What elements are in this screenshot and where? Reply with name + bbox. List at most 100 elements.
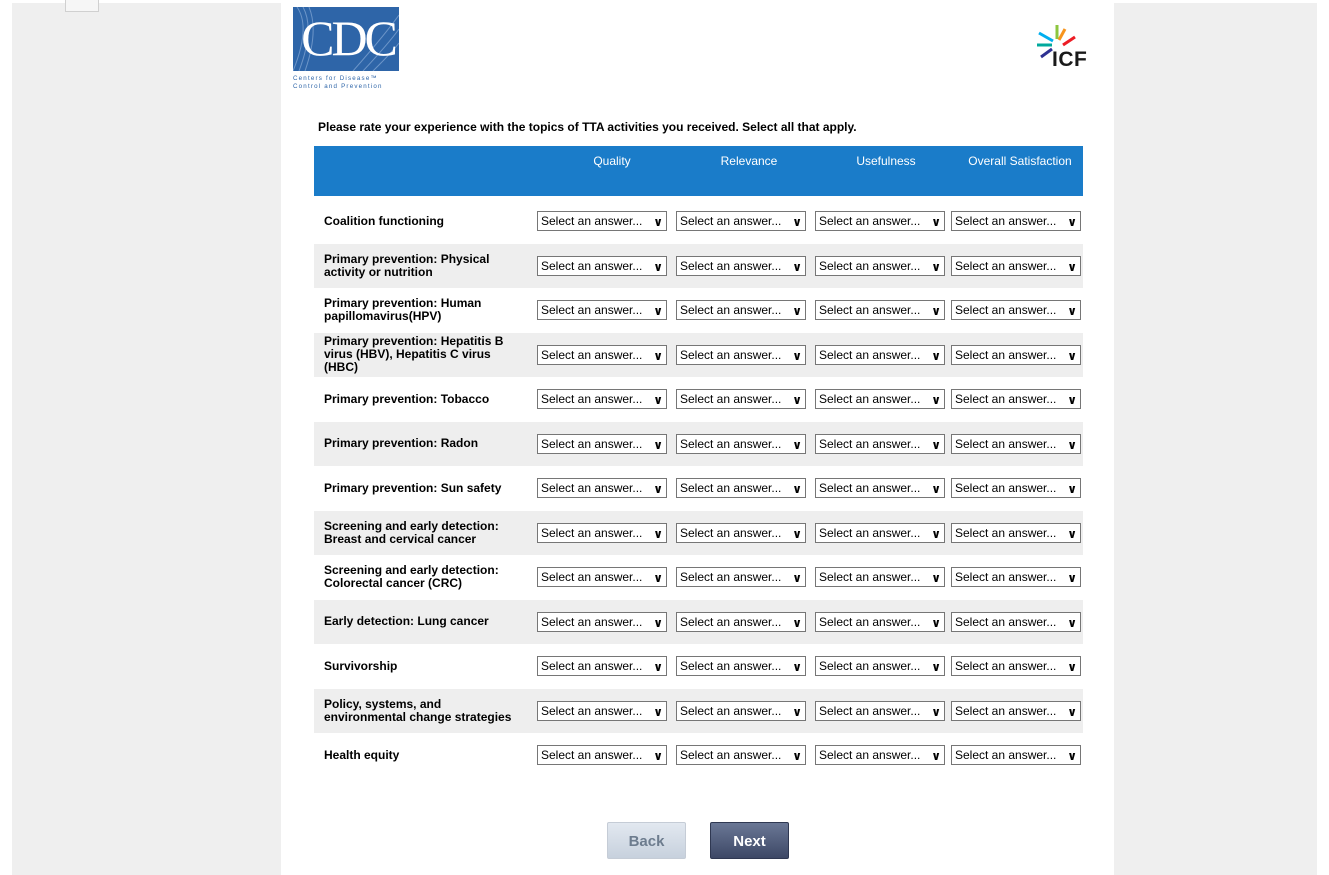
chevron-down-icon: ∨ — [792, 704, 802, 719]
grid-rows: Coalition functioning Select an answer...… — [314, 196, 1083, 778]
select-usefulness[interactable]: Select an answer... ∨ — [815, 478, 945, 499]
icf-logo-text: ICF — [1052, 48, 1088, 71]
select-quality[interactable]: Select an answer... ∨ — [537, 567, 667, 588]
column-header-relevance: Relevance — [720, 154, 778, 168]
select-value: Select an answer... — [955, 659, 1057, 674]
select-quality[interactable]: Select an answer... ∨ — [537, 344, 667, 365]
select-usefulness[interactable]: Select an answer... ∨ — [815, 300, 945, 321]
select-value: Select an answer... — [819, 659, 921, 674]
select-quality[interactable]: Select an answer... ∨ — [537, 745, 667, 766]
back-button[interactable]: Back — [607, 822, 686, 859]
select-value: Select an answer... — [955, 525, 1057, 540]
select-overall-satisfaction[interactable]: Select an answer... ∨ — [951, 567, 1081, 588]
select-usefulness[interactable]: Select an answer... ∨ — [815, 611, 945, 632]
select-value: Select an answer... — [541, 525, 643, 540]
chevron-down-icon: ∨ — [792, 615, 802, 630]
select-overall-satisfaction[interactable]: Select an answer... ∨ — [951, 478, 1081, 499]
select-quality[interactable]: Select an answer... ∨ — [537, 700, 667, 721]
chevron-down-icon: ∨ — [792, 259, 802, 274]
select-relevance[interactable]: Select an answer... ∨ — [676, 522, 806, 543]
select-overall-satisfaction[interactable]: Select an answer... ∨ — [951, 611, 1081, 632]
row-label: Screening and early detection: Colorecta… — [324, 563, 499, 591]
row-label: Primary prevention: Tobacco — [324, 391, 490, 406]
chevron-down-icon: ∨ — [653, 615, 663, 630]
rating-grid: Quality Relevance Usefulness Overall Sat… — [314, 146, 1083, 778]
select-quality[interactable]: Select an answer... ∨ — [537, 656, 667, 677]
select-quality[interactable]: Select an answer... ∨ — [537, 433, 667, 454]
select-value: Select an answer... — [680, 392, 782, 407]
select-quality[interactable]: Select an answer... ∨ — [537, 255, 667, 276]
select-relevance[interactable]: Select an answer... ∨ — [676, 389, 806, 410]
select-overall-satisfaction[interactable]: Select an answer... ∨ — [951, 522, 1081, 543]
select-quality[interactable]: Select an answer... ∨ — [537, 478, 667, 499]
chevron-down-icon: ∨ — [931, 660, 941, 675]
select-usefulness[interactable]: Select an answer... ∨ — [815, 211, 945, 232]
chevron-down-icon: ∨ — [792, 482, 802, 497]
select-value: Select an answer... — [541, 392, 643, 407]
select-overall-satisfaction[interactable]: Select an answer... ∨ — [951, 300, 1081, 321]
chevron-down-icon: ∨ — [653, 348, 663, 363]
cdc-logo-subtitle: Centers for Disease™ Control and Prevent… — [293, 75, 383, 90]
chevron-down-icon: ∨ — [653, 526, 663, 541]
select-value: Select an answer... — [541, 614, 643, 629]
select-usefulness[interactable]: Select an answer... ∨ — [815, 700, 945, 721]
select-usefulness[interactable]: Select an answer... ∨ — [815, 745, 945, 766]
chevron-down-icon: ∨ — [1067, 704, 1077, 719]
chevron-down-icon: ∨ — [1067, 615, 1077, 630]
select-relevance[interactable]: Select an answer... ∨ — [676, 344, 806, 365]
select-quality[interactable]: Select an answer... ∨ — [537, 611, 667, 632]
select-usefulness[interactable]: Select an answer... ∨ — [815, 522, 945, 543]
select-usefulness[interactable]: Select an answer... ∨ — [815, 567, 945, 588]
select-overall-satisfaction[interactable]: Select an answer... ∨ — [951, 255, 1081, 276]
select-usefulness[interactable]: Select an answer... ∨ — [815, 656, 945, 677]
row-label: Primary prevention: Human papillomavirus… — [324, 296, 482, 324]
select-quality[interactable]: Select an answer... ∨ — [537, 389, 667, 410]
select-quality[interactable]: Select an answer... ∨ — [537, 522, 667, 543]
chevron-down-icon: ∨ — [1067, 437, 1077, 452]
select-relevance[interactable]: Select an answer... ∨ — [676, 567, 806, 588]
select-relevance[interactable]: Select an answer... ∨ — [676, 656, 806, 677]
select-overall-satisfaction[interactable]: Select an answer... ∨ — [951, 433, 1081, 454]
select-value: Select an answer... — [955, 703, 1057, 718]
select-value: Select an answer... — [955, 748, 1057, 763]
select-relevance[interactable]: Select an answer... ∨ — [676, 745, 806, 766]
select-usefulness[interactable]: Select an answer... ∨ — [815, 389, 945, 410]
select-usefulness[interactable]: Select an answer... ∨ — [815, 344, 945, 365]
column-header-quality: Quality — [593, 154, 631, 168]
select-value: Select an answer... — [819, 303, 921, 318]
next-button[interactable]: Next — [710, 822, 789, 859]
select-relevance[interactable]: Select an answer... ∨ — [676, 255, 806, 276]
select-value: Select an answer... — [680, 481, 782, 496]
select-overall-satisfaction[interactable]: Select an answer... ∨ — [951, 700, 1081, 721]
select-overall-satisfaction[interactable]: Select an answer... ∨ — [951, 745, 1081, 766]
chevron-down-icon: ∨ — [931, 348, 941, 363]
select-overall-satisfaction[interactable]: Select an answer... ∨ — [951, 344, 1081, 365]
chevron-down-icon: ∨ — [1067, 259, 1077, 274]
select-quality[interactable]: Select an answer... ∨ — [537, 300, 667, 321]
select-relevance[interactable]: Select an answer... ∨ — [676, 300, 806, 321]
select-value: Select an answer... — [680, 214, 782, 229]
select-relevance[interactable]: Select an answer... ∨ — [676, 211, 806, 232]
select-quality[interactable]: Select an answer... ∨ — [537, 211, 667, 232]
select-relevance[interactable]: Select an answer... ∨ — [676, 478, 806, 499]
select-relevance[interactable]: Select an answer... ∨ — [676, 433, 806, 454]
chevron-down-icon: ∨ — [1067, 482, 1077, 497]
chevron-down-icon: ∨ — [653, 437, 663, 452]
chevron-down-icon: ∨ — [653, 393, 663, 408]
select-overall-satisfaction[interactable]: Select an answer... ∨ — [951, 211, 1081, 232]
chevron-down-icon: ∨ — [931, 393, 941, 408]
chevron-down-icon: ∨ — [792, 749, 802, 764]
select-overall-satisfaction[interactable]: Select an answer... ∨ — [951, 389, 1081, 410]
select-usefulness[interactable]: Select an answer... ∨ — [815, 433, 945, 454]
chevron-down-icon: ∨ — [1067, 304, 1077, 319]
select-value: Select an answer... — [541, 214, 643, 229]
select-usefulness[interactable]: Select an answer... ∨ — [815, 255, 945, 276]
select-relevance[interactable]: Select an answer... ∨ — [676, 611, 806, 632]
select-relevance[interactable]: Select an answer... ∨ — [676, 700, 806, 721]
select-value: Select an answer... — [955, 303, 1057, 318]
select-value: Select an answer... — [819, 481, 921, 496]
table-row: Primary prevention: Sun safety Select an … — [314, 466, 1083, 511]
select-overall-satisfaction[interactable]: Select an answer... ∨ — [951, 656, 1081, 677]
select-value: Select an answer... — [541, 748, 643, 763]
select-value: Select an answer... — [541, 258, 643, 273]
